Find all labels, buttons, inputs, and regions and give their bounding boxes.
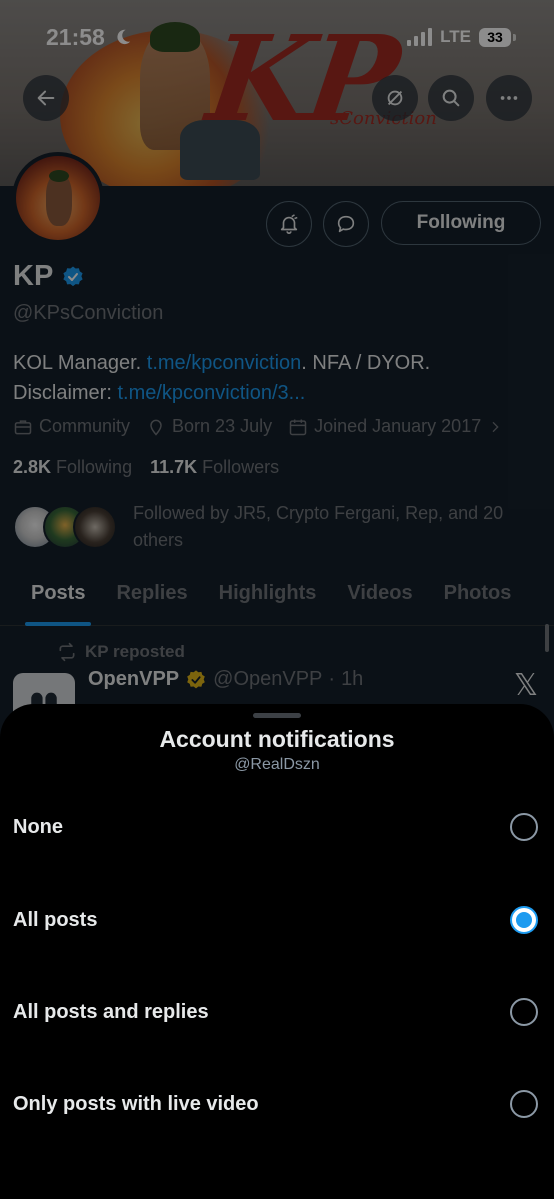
sheet-title: Account notifications (159, 726, 395, 752)
account-notifications-sheet: Account notifications @RealDszn None All… (0, 704, 554, 1199)
option-label: None (13, 815, 63, 838)
option-label: All posts (13, 908, 98, 931)
radio-live-video[interactable] (510, 1090, 538, 1118)
option-all-posts-and-replies[interactable]: All posts and replies (0, 966, 554, 1058)
option-live-video[interactable]: Only posts with live video (0, 1058, 554, 1150)
radio-all-posts[interactable] (510, 906, 538, 934)
option-label: Only posts with live video (13, 1092, 259, 1115)
sheet-grabber[interactable] (253, 713, 301, 718)
option-all-posts[interactable]: All posts (0, 874, 554, 966)
radio-none[interactable] (510, 813, 538, 841)
radio-all-posts-and-replies[interactable] (510, 998, 538, 1026)
option-none[interactable]: None (0, 781, 554, 873)
sheet-subtitle: @RealDszn (234, 756, 320, 773)
option-label: All posts and replies (13, 1000, 209, 1023)
